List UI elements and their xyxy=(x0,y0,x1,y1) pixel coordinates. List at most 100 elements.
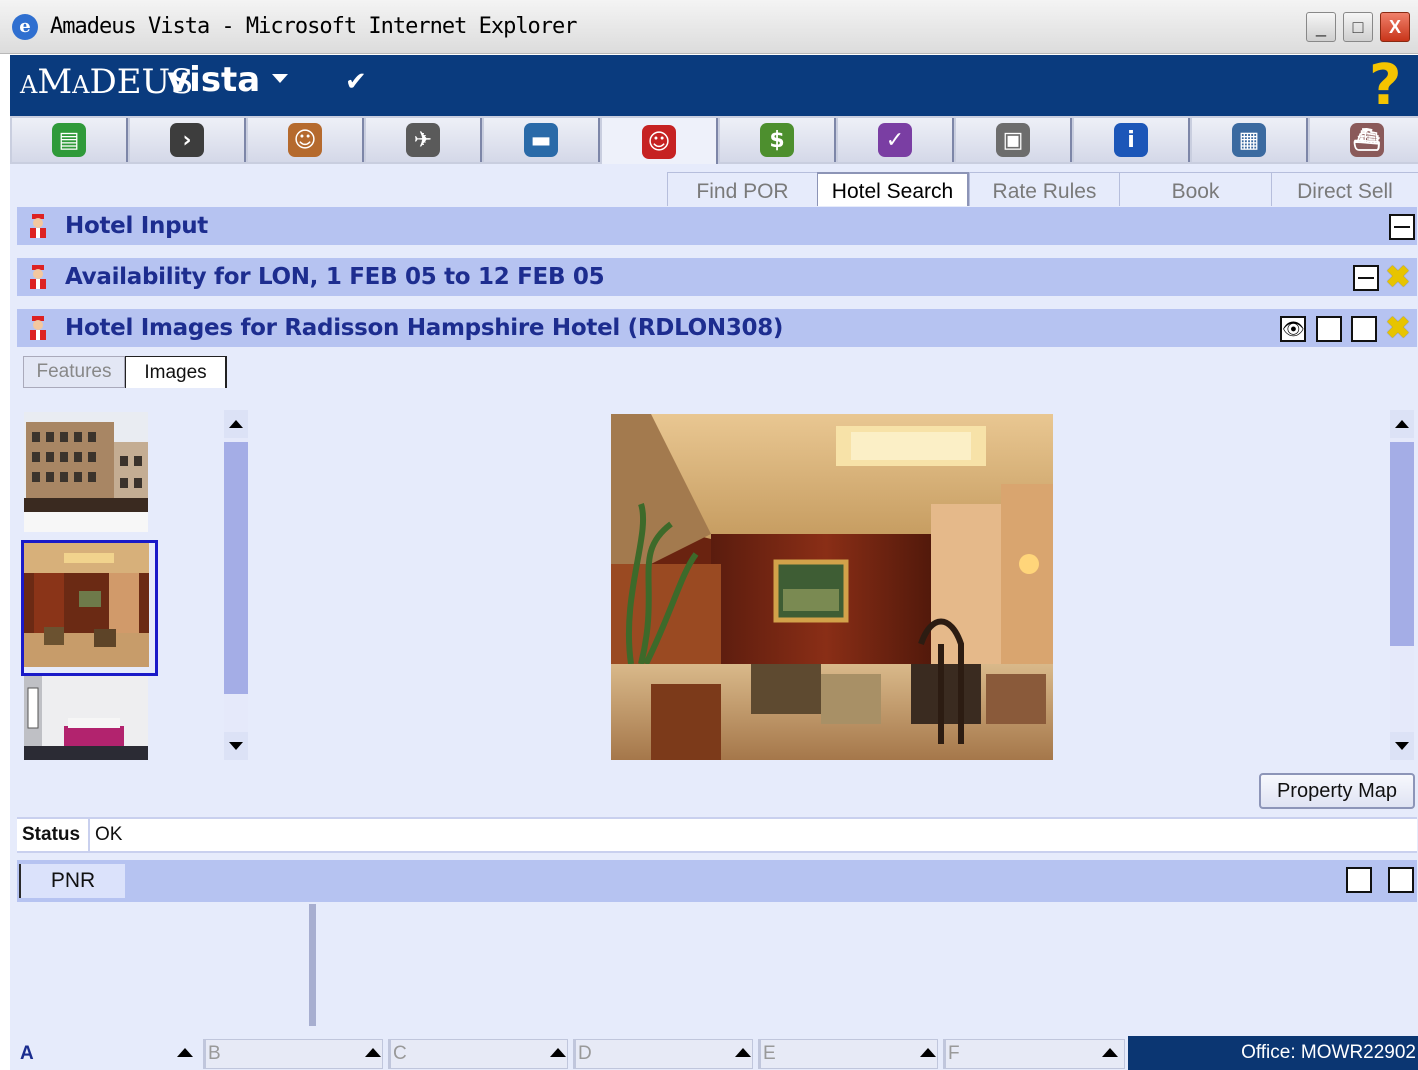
module-tab-ticket-check[interactable]: ✓ xyxy=(838,118,954,162)
tab-label: Images xyxy=(144,361,207,383)
money-icon: $ xyxy=(760,123,794,157)
work-area-e-box[interactable] xyxy=(758,1039,938,1069)
pnr-panel-body xyxy=(17,902,1417,1034)
chevron-up-icon[interactable] xyxy=(1102,1048,1118,1057)
module-tab-green-book[interactable]: ▤ xyxy=(12,118,128,162)
work-area-c[interactable]: C xyxy=(393,1040,407,1068)
scroll-down-button[interactable] xyxy=(224,732,248,760)
brand-logo-vista[interactable]: vista xyxy=(167,60,260,100)
work-area-f[interactable]: F xyxy=(948,1040,960,1068)
subtab-rate-rules[interactable]: Rate Rules xyxy=(969,172,1119,206)
subtab-label: Hotel Search xyxy=(831,180,954,203)
status-label: Status xyxy=(22,824,81,845)
hotel-bellboy-icon xyxy=(25,315,51,341)
view-eye-icon[interactable]: 👁 xyxy=(1280,316,1306,342)
airplane-icon: ✈ xyxy=(406,123,440,157)
minimize-button[interactable]: _ xyxy=(1306,12,1336,42)
restore-panel-button[interactable] xyxy=(1316,316,1342,342)
module-tab-airplane[interactable]: ✈ xyxy=(366,118,482,162)
hotel-lobby-thumbnail[interactable] xyxy=(21,540,158,676)
panel-title: Hotel Images for Radisson Hampshire Hote… xyxy=(65,315,784,341)
restore-panel-button[interactable] xyxy=(1346,867,1372,893)
work-area-c-box[interactable] xyxy=(388,1039,568,1069)
chevron-up-icon[interactable] xyxy=(920,1048,936,1057)
pnr-splitter[interactable] xyxy=(309,904,316,1026)
panel-header-hotel-images[interactable]: Hotel Images for Radisson Hampshire Hote… xyxy=(17,309,1417,347)
image-scrollbar-thumb[interactable] xyxy=(1390,442,1414,646)
work-area-b-box[interactable] xyxy=(203,1039,383,1069)
module-tab-rail-car[interactable]: ▦ xyxy=(1192,118,1308,162)
car-icon: ▬ xyxy=(524,123,558,157)
work-area-b[interactable]: B xyxy=(208,1040,221,1068)
panel-title: Hotel Input xyxy=(65,213,208,239)
pnr-panel-header xyxy=(17,860,1417,902)
panel-title: Availability for LON, 1 FEB 05 to 12 FEB… xyxy=(65,264,605,290)
subtab-book[interactable]: Book xyxy=(1119,172,1271,206)
hotel-bellboy-icon: ☺ xyxy=(642,125,676,159)
tab-images[interactable]: Images xyxy=(125,356,227,388)
hotel-exterior-thumbnail[interactable] xyxy=(24,412,148,532)
terminal-icon: › xyxy=(170,123,204,157)
internet-explorer-icon: e xyxy=(12,14,38,40)
subtab-find-por[interactable]: Find POR xyxy=(667,172,817,206)
scroll-up-button[interactable] xyxy=(1390,410,1414,438)
chevron-up-icon[interactable] xyxy=(365,1048,381,1057)
close-window-button[interactable]: X xyxy=(1380,12,1410,42)
hotel-lobby-image xyxy=(611,414,1053,760)
tab-features[interactable]: Features xyxy=(23,356,125,388)
rail-car-icon: ▦ xyxy=(1232,123,1266,157)
status-value: OK xyxy=(95,824,123,845)
hotel-bellboy-icon xyxy=(25,213,51,239)
maximize-button[interactable]: □ xyxy=(1343,12,1373,42)
property-map-button[interactable]: Property Map xyxy=(1259,773,1415,809)
chevron-up-icon[interactable] xyxy=(550,1048,566,1057)
status-row xyxy=(17,817,1417,853)
minimize-panel-button[interactable] xyxy=(1389,214,1415,240)
module-tab-hotel-bellboy[interactable]: ☺ xyxy=(602,118,718,166)
thumbnail-scrollbar-thumb[interactable] xyxy=(224,442,248,694)
panel-header-hotel-input[interactable]: Hotel Input xyxy=(17,207,1417,245)
maximize-panel-button[interactable] xyxy=(1388,867,1414,893)
work-area-d-box[interactable] xyxy=(573,1039,753,1069)
module-tab-money[interactable]: $ xyxy=(720,118,836,162)
minimize-panel-button[interactable] xyxy=(1353,265,1379,291)
module-tab-cruise-ship[interactable]: ⛴ xyxy=(1310,118,1418,162)
hotel-bedroom-thumbnail[interactable] xyxy=(24,676,148,760)
subtab-label: Book xyxy=(1171,180,1220,203)
subtab-hotel-search[interactable]: Hotel Search xyxy=(817,172,969,206)
help-icon[interactable]: ? xyxy=(1369,56,1401,116)
work-area-f-box[interactable] xyxy=(943,1039,1125,1069)
divider xyxy=(88,819,90,851)
module-tab-printer[interactable]: ▣ xyxy=(956,118,1072,162)
work-area-d[interactable]: D xyxy=(578,1040,592,1068)
scroll-up-button[interactable] xyxy=(224,410,248,438)
spellcheck-icon[interactable]: ✔ xyxy=(345,68,379,94)
printer-icon: ▣ xyxy=(996,123,1030,157)
close-panel-icon[interactable]: ✖ xyxy=(1385,263,1411,293)
window-title: Amadeus Vista - Microsoft Internet Explo… xyxy=(50,14,578,39)
work-area-a[interactable]: A xyxy=(20,1040,34,1068)
module-tab-agent-person[interactable]: ☺ xyxy=(248,118,364,162)
tab-pnr[interactable]: PNR xyxy=(19,864,125,898)
cruise-ship-icon: ⛴ xyxy=(1350,123,1384,157)
module-tab-car[interactable]: ▬ xyxy=(484,118,600,162)
maximize-panel-button[interactable] xyxy=(1351,316,1377,342)
module-tab-terminal[interactable]: › xyxy=(130,118,246,162)
close-panel-icon[interactable]: ✖ xyxy=(1385,314,1411,344)
subtab-direct-sell[interactable]: Direct Sell xyxy=(1271,172,1418,206)
subtab-label: Find POR xyxy=(696,180,789,203)
hotel-bellboy-icon xyxy=(25,264,51,290)
chevron-down-icon[interactable] xyxy=(272,74,288,83)
module-tab-info[interactable]: i xyxy=(1074,118,1190,162)
green-book-icon: ▤ xyxy=(52,123,86,157)
chevron-up-icon[interactable] xyxy=(735,1048,751,1057)
agent-person-icon: ☺ xyxy=(288,123,322,157)
ticket-check-icon: ✓ xyxy=(878,123,912,157)
office-id: Office: MOWR22902 xyxy=(1128,1036,1418,1070)
scroll-down-button[interactable] xyxy=(1390,732,1414,760)
tab-label: Features xyxy=(36,361,112,382)
chevron-up-icon[interactable] xyxy=(177,1048,193,1057)
subtab-label: Rate Rules xyxy=(992,180,1097,203)
work-area-e[interactable]: E xyxy=(763,1040,776,1068)
panel-header-availability[interactable]: Availability for LON, 1 FEB 05 to 12 FEB… xyxy=(17,258,1417,296)
